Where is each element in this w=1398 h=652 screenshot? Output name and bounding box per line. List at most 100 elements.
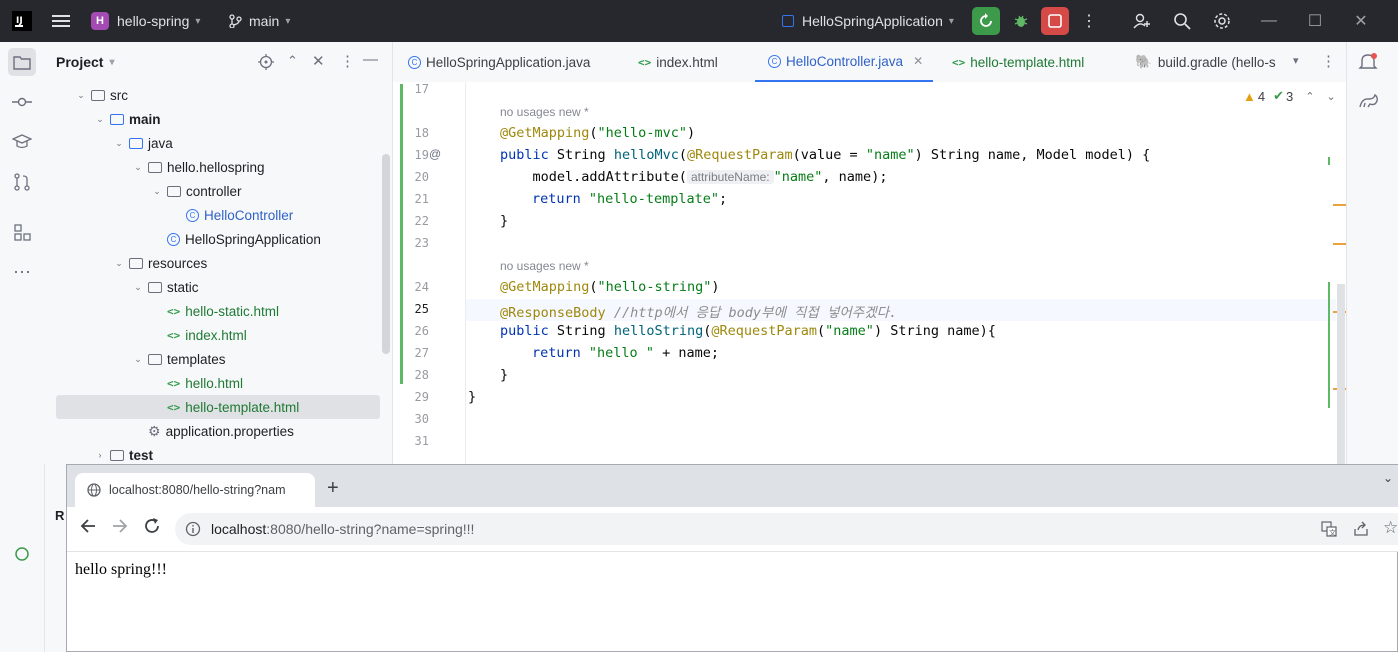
back-arrow-icon[interactable] [79, 517, 97, 538]
pull-requests-tool-button[interactable] [8, 168, 36, 196]
add-user-icon[interactable] [1128, 7, 1156, 35]
new-tab-button[interactable]: + [327, 477, 339, 500]
chevron-down-icon[interactable]: ⌄ [112, 138, 126, 149]
browser-tab-title: localhost:8080/hello-string?nam [109, 483, 286, 497]
run-config-name: HelloSpringApplication [802, 13, 943, 29]
prev-highlight-icon[interactable]: ⌃ [1305, 90, 1314, 103]
tree-item[interactable]: <> hello-static.html [150, 299, 279, 323]
usage-hint[interactable]: no usages new * [500, 259, 589, 273]
project-panel-header[interactable]: Project ▾ [56, 42, 115, 82]
intellij-logo-icon[interactable]: IJ [12, 0, 32, 42]
tree-item[interactable]: C HelloSpringApplication [150, 227, 321, 251]
warning-stripe[interactable] [1333, 243, 1346, 245]
chevron-down-icon[interactable]: ⌄ [74, 90, 88, 101]
chevron-down-icon[interactable]: ⌄ [131, 162, 145, 173]
run-config-selector[interactable]: HelloSpringApplication ▾ [782, 0, 954, 42]
code-text: , name); [822, 169, 888, 185]
share-icon[interactable] [1353, 521, 1369, 540]
chevron-down-icon[interactable]: ⌄ [112, 258, 126, 269]
more-actions-icon[interactable]: ⋮ [1075, 7, 1103, 35]
tree-scrollbar[interactable] [382, 154, 390, 354]
tree-item[interactable]: ⌄ java [112, 131, 173, 155]
browser-tab[interactable]: localhost:8080/hello-string?nam [75, 473, 315, 507]
collapse-all-icon[interactable]: ✕ [312, 52, 325, 70]
tree-item[interactable]: ⌄ main [93, 107, 160, 131]
stop-button[interactable] [1041, 7, 1069, 35]
tab-index-html[interactable]: <> index.html [635, 42, 718, 82]
tree-item[interactable]: ⌄ hello.hellospring [131, 155, 264, 179]
tree-item[interactable]: <> index.html [150, 323, 247, 347]
request-mapping-gutter-icon[interactable]: @ [429, 147, 441, 161]
browser-tab-bar: localhost:8080/hello-string?nam + ⌄ [67, 465, 1398, 507]
more-tools-icon[interactable]: ⋯ [8, 258, 36, 286]
tree-item[interactable]: ⌄ resources [112, 251, 207, 275]
editor-tab-bar: C HelloSpringApplication.java <> index.h… [393, 42, 1346, 83]
browser-toolbar: localhost:8080/hello-string?name=spring!… [67, 507, 1398, 552]
gradle-icon[interactable] [1358, 92, 1380, 113]
tree-item-label: hello.html [185, 375, 244, 391]
tree-item-label: controller [186, 183, 242, 199]
minimize-button[interactable]: — [1246, 0, 1292, 42]
line-number: 17 [414, 82, 429, 96]
tree-item[interactable]: <> hello-template.html [56, 395, 380, 419]
chevron-down-icon[interactable]: ⌄ [150, 186, 164, 197]
bookmark-star-icon[interactable]: ☆ [1383, 518, 1398, 538]
info-icon[interactable] [185, 521, 201, 537]
options-icon[interactable]: ⋮ [340, 52, 355, 70]
tab-list-chevron-icon[interactable]: ▾ [1293, 54, 1299, 67]
learn-tool-button[interactable] [8, 128, 36, 156]
project-selector[interactable]: H hello-spring ▾ [91, 0, 200, 42]
usage-hint[interactable]: no usages new * [500, 105, 589, 119]
branch-selector[interactable]: main ▾ [228, 0, 290, 42]
next-highlight-icon[interactable]: ⌄ [1326, 90, 1335, 103]
debug-button[interactable] [1007, 7, 1035, 35]
tree-item-label: application.properties [165, 423, 294, 439]
chevron-right-icon[interactable]: › [93, 450, 107, 460]
tree-item[interactable]: <> hello.html [150, 371, 243, 395]
gear-icon[interactable] [1208, 7, 1236, 35]
commit-tool-button[interactable] [8, 88, 36, 116]
tree-item[interactable]: ⌄ controller [150, 179, 242, 203]
hide-panel-icon[interactable]: — [363, 51, 378, 68]
tab-label: build.gradle (hello-s [1157, 54, 1276, 70]
chevron-down-icon[interactable]: ⌄ [131, 282, 145, 293]
rerun-button[interactable] [972, 7, 1000, 35]
reload-icon[interactable] [143, 517, 161, 538]
line-number: 21 [414, 192, 429, 206]
chevron-down-icon[interactable]: ⌄ [131, 354, 145, 365]
notifications-icon[interactable] [1358, 52, 1378, 75]
tree-item[interactable]: ⌄ templates [131, 347, 225, 371]
main-menu-icon[interactable] [52, 0, 70, 42]
tab-hello-controller[interactable]: C HelloController.java ✕ [755, 42, 934, 82]
maximize-button[interactable]: ☐ [1292, 0, 1338, 42]
html-icon: <> [167, 400, 181, 414]
project-tool-button[interactable] [8, 48, 36, 76]
expand-all-icon[interactable]: ⌃ [287, 53, 298, 69]
tab-options-icon[interactable]: ⋮ [1321, 52, 1336, 70]
address-bar[interactable]: localhost:8080/hello-string?name=spring!… [175, 513, 1398, 545]
tree-item[interactable]: ⌄ static [131, 275, 198, 299]
string-literal: "hello-template" [588, 191, 719, 207]
tab-build-gradle[interactable]: 🐘 build.gradle (hello-s [1135, 42, 1276, 82]
tree-item[interactable]: ⌄ src [74, 83, 128, 107]
inspection-widget[interactable]: ▲ 4 ✔ 3 ⌃ ⌄ [1243, 88, 1336, 104]
code-editor[interactable]: ▲ 4 ✔ 3 ⌃ ⌄ 17 18 19 20 21 22 23 24 25 2… [393, 82, 1346, 464]
tree-item[interactable]: ⚙ application.properties [131, 419, 294, 443]
run-tool-button[interactable] [8, 540, 36, 568]
tab-hello-template[interactable]: <> hello-template.html [949, 42, 1084, 82]
editor-scrollbar[interactable] [1337, 284, 1345, 464]
forward-arrow-icon[interactable] [111, 517, 129, 538]
chevron-down-icon[interactable]: ⌄ [93, 114, 107, 125]
locate-icon[interactable] [258, 54, 274, 73]
close-tab-icon[interactable]: ✕ [913, 54, 923, 68]
tree-item[interactable]: C HelloController [169, 203, 293, 227]
graduation-cap-icon [12, 134, 32, 149]
close-button[interactable]: ✕ [1338, 0, 1384, 42]
tree-item-label: index.html [185, 327, 247, 343]
tab-hello-spring-application[interactable]: C HelloSpringApplication.java [405, 42, 590, 82]
translate-icon[interactable]: 文 [1321, 521, 1337, 540]
warning-stripe[interactable] [1333, 204, 1346, 206]
structure-tool-button[interactable] [8, 218, 36, 246]
search-icon[interactable] [1168, 7, 1196, 35]
tab-search-chevron-icon[interactable]: ⌄ [1383, 471, 1393, 485]
